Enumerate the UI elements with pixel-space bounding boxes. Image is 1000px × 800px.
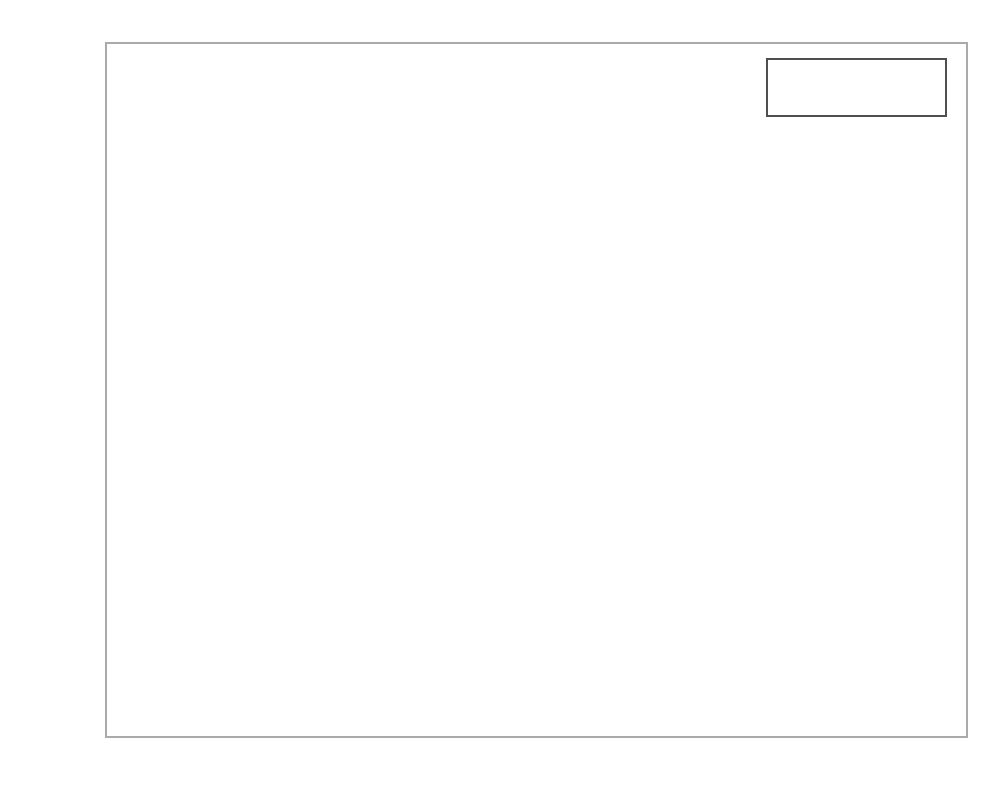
legend-entry-initial-solution <box>771 63 942 88</box>
legend <box>766 58 947 117</box>
legend-entry-inversion-rates <box>771 88 942 113</box>
plot-canvas <box>105 42 968 738</box>
plot-area <box>105 42 968 738</box>
chart-container <box>0 0 1000 800</box>
